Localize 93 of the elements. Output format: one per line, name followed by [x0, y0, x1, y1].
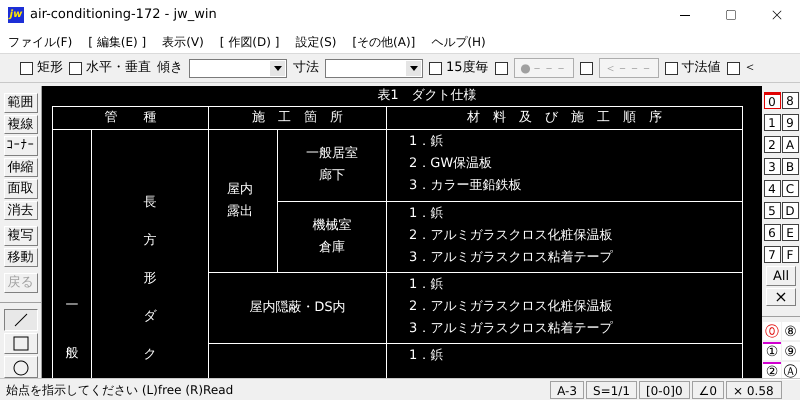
menu-item[interactable]: 表示(V): [162, 32, 204, 50]
location-label: 屋内隠蔽・DS内: [249, 298, 346, 316]
checkbox-label: ＜: [744, 59, 757, 78]
menu-item[interactable]: ファイル(F): [8, 32, 72, 50]
maximize-icon: [725, 9, 737, 21]
layer-button[interactable]: 2: [764, 136, 780, 153]
tool-button[interactable]: 複線: [4, 114, 38, 134]
tool-button[interactable]: 移動: [4, 248, 38, 268]
status-field: S=1/1: [586, 380, 637, 398]
layer-button[interactable]: 8: [782, 92, 798, 109]
layer-group-button[interactable]: ⑧: [782, 322, 800, 340]
layer-button[interactable]: 6: [764, 224, 780, 241]
checkbox-label: 寸法値: [682, 59, 721, 78]
circle-icon: [10, 358, 30, 377]
material-step: 3．アルミガラスクロス粘着テープ: [409, 246, 612, 268]
status-field: × 0.58: [726, 380, 782, 398]
column-header: 材 料 及 び 施 工 順 序: [467, 108, 662, 127]
column-header: 管 種: [104, 108, 156, 127]
layer-group-button[interactable]: ①: [763, 342, 781, 360]
field-label: 寸法: [293, 59, 319, 78]
layer-button[interactable]: C: [782, 180, 798, 197]
app-logo: jw: [8, 7, 24, 23]
layer-button[interactable]: A: [782, 136, 798, 153]
duct-type-label: 長方形ダク: [144, 194, 156, 364]
menu-item[interactable]: ヘルプ(H): [431, 32, 486, 50]
layer-group-button[interactable]: Ⓐ: [782, 362, 800, 380]
layer-button[interactable]: 9: [782, 114, 798, 131]
all-layers-button[interactable]: All: [766, 266, 796, 286]
layer-button[interactable]: 7: [764, 246, 780, 263]
line-tool-button[interactable]: [4, 309, 38, 331]
location-label: 露出: [227, 202, 253, 220]
checkbox[interactable]: [580, 62, 593, 74]
menu-item[interactable]: [その他(A)]: [352, 32, 416, 50]
material-step: 2．GW保温板: [409, 152, 492, 174]
menu-item[interactable]: 設定(S): [295, 32, 336, 50]
room-label: 機械室: [312, 216, 352, 234]
room-label: 倉庫: [319, 238, 345, 256]
dropdown[interactable]: [325, 58, 423, 78]
layer-group-button[interactable]: ②: [763, 362, 781, 380]
tool-button[interactable]: 消去: [4, 200, 38, 220]
material-step: 1．鋲: [409, 274, 444, 296]
checkbox[interactable]: [664, 62, 678, 74]
dropdown[interactable]: [189, 58, 287, 78]
circle-tool-button[interactable]: [4, 356, 38, 378]
tool-button[interactable]: 範囲: [4, 93, 38, 113]
layer-button[interactable]: F: [782, 246, 798, 263]
material-step: 1．鋲: [409, 130, 444, 152]
material-step: 1．鋲: [409, 344, 444, 366]
rect-tool-button[interactable]: [4, 332, 38, 354]
layer-group-button[interactable]: ⓪: [763, 322, 781, 340]
menu-item[interactable]: [ 作図(D) ]: [220, 32, 280, 50]
layer-button[interactable]: 4: [764, 180, 780, 197]
clear-layers-button[interactable]: ×: [766, 288, 796, 306]
checkbox-label: 矩形: [37, 59, 63, 78]
material-step: 2．アルミガラスクロス化粧保温板: [409, 296, 612, 318]
material-step: 2．アルミガラスクロス化粧保温板: [409, 224, 612, 246]
rectangle-icon: [10, 334, 30, 354]
menu-item[interactable]: [ 編集(E) ]: [88, 32, 146, 50]
layer-button[interactable]: 3: [764, 158, 780, 175]
layer-button[interactable]: 1: [764, 114, 780, 131]
category-label: 一般: [66, 296, 78, 362]
checkbox[interactable]: [429, 62, 442, 74]
minimize-icon: [680, 14, 690, 16]
location-label: 屋内: [227, 180, 253, 198]
layer-button[interactable]: E: [782, 224, 798, 241]
room-label: 一般居室: [306, 145, 358, 163]
material-step: 3．アルミガラスクロス粘着テープ: [409, 318, 612, 340]
table-title: 表1 ダクト仕様: [376, 87, 477, 105]
layer-button[interactable]: 5: [764, 202, 780, 219]
layer-button[interactable]: D: [782, 202, 798, 219]
checkbox-label: 15度毎: [446, 59, 489, 78]
checkbox[interactable]: [69, 62, 82, 74]
status-field: ∠0: [692, 380, 724, 398]
tool-button[interactable]: 複写: [4, 226, 38, 246]
material-step: 3．カラー亜鉛鉄板: [409, 174, 522, 196]
status-field: A-3: [550, 380, 584, 398]
material-step: 1．鋲: [409, 202, 444, 224]
window-title: air-conditioning-172 - jw_win: [30, 6, 217, 24]
column-header: 施 工 箇 所: [252, 108, 343, 127]
status-field: [0-0]0: [638, 380, 690, 398]
checkbox[interactable]: [726, 62, 740, 74]
layer-group-button[interactable]: ⑨: [782, 342, 800, 360]
layer-button[interactable]: B: [782, 158, 798, 175]
checkbox[interactable]: [494, 62, 508, 74]
tool-button[interactable]: 伸縮: [4, 158, 38, 178]
tool-button[interactable]: 面取: [4, 179, 38, 199]
field-label: 傾き: [157, 59, 183, 78]
checkbox[interactable]: [20, 62, 33, 74]
status-message: 始点を指示してください (L)free (R)Read: [6, 382, 234, 398]
checkbox-label: 水平・垂直: [86, 59, 151, 78]
layer-button[interactable]: 0: [764, 92, 780, 109]
room-label: 廊下: [319, 167, 345, 185]
tool-button[interactable]: ｺｰﾅｰ: [4, 136, 38, 156]
